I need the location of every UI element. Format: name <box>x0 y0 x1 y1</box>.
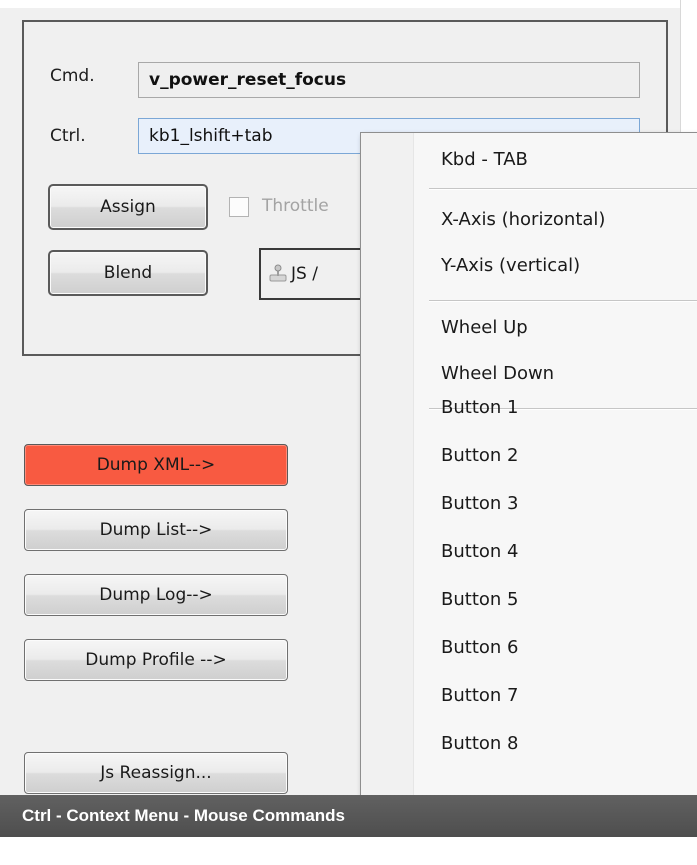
throttle-label: Throttle <box>262 196 329 216</box>
menu-item-button-6[interactable]: Button 6 <box>441 637 518 658</box>
menu-separator <box>429 300 697 302</box>
ctrl-label: Ctrl. <box>50 126 86 146</box>
blend-button[interactable]: Blend <box>48 250 208 296</box>
caption-bar: Ctrl - Context Menu - Mouse Commands <box>0 795 697 837</box>
menu-separator <box>429 188 697 190</box>
dump-profile-button[interactable]: Dump Profile --> <box>24 639 288 681</box>
joystick-icon <box>269 264 287 282</box>
menu-item-y-axis[interactable]: Y-Axis (vertical) <box>441 255 580 276</box>
cmd-label: Cmd. <box>50 66 95 86</box>
menu-item-wheel-down[interactable]: Wheel Down <box>441 363 554 384</box>
top-background <box>0 0 697 8</box>
cmd-field: v_power_reset_focus <box>138 62 640 98</box>
menu-item-kbd-tab[interactable]: Kbd - TAB <box>441 149 528 170</box>
menu-item-button-8[interactable]: Button 8 <box>441 733 518 754</box>
menu-item-button-4[interactable]: Button 4 <box>441 541 518 562</box>
menu-item-button-2[interactable]: Button 2 <box>441 445 518 466</box>
js-device-label: JS / <box>291 264 318 284</box>
js-device-combo[interactable]: JS / <box>259 248 369 300</box>
dump-log-button[interactable]: Dump Log--> <box>24 574 288 616</box>
js-reassign-button[interactable]: Js Reassign... <box>24 752 288 794</box>
bottom-background <box>0 837 697 865</box>
menu-item-x-axis[interactable]: X-Axis (horizontal) <box>441 209 605 230</box>
menu-item-wheel-up[interactable]: Wheel Up <box>441 317 528 338</box>
menu-item-button-7[interactable]: Button 7 <box>441 685 518 706</box>
menu-icon-gutter <box>361 133 414 798</box>
dump-list-button[interactable]: Dump List--> <box>24 509 288 551</box>
menu-item-button-1[interactable]: Button 1 <box>441 397 518 418</box>
throttle-checkbox[interactable] <box>229 197 249 217</box>
ctrl-context-menu: Kbd - TAB X-Axis (horizontal) Y-Axis (ve… <box>360 132 697 799</box>
menu-item-button-3[interactable]: Button 3 <box>441 493 518 514</box>
dump-xml-button[interactable]: Dump XML--> <box>24 444 288 486</box>
menu-item-button-5[interactable]: Button 5 <box>441 589 518 610</box>
assign-button[interactable]: Assign <box>48 184 208 230</box>
